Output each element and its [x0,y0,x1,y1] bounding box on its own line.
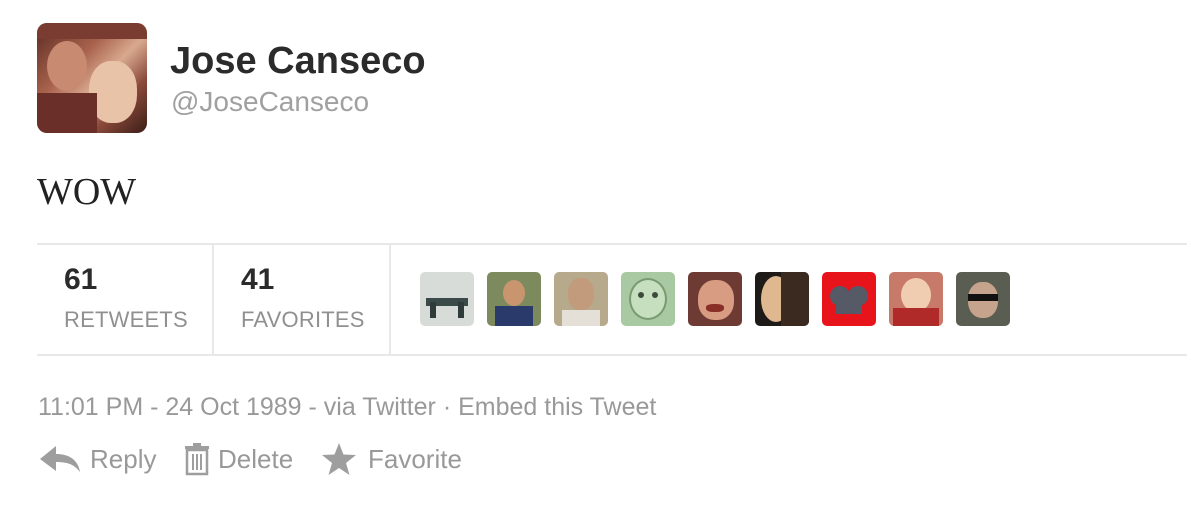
star-icon [322,443,356,475]
retweets-count: 61 [64,263,98,296]
favorites-stat[interactable]: 41 FAVORITES [214,245,391,354]
favoriter-avatar[interactable] [554,272,608,326]
favoriter-avatar[interactable] [688,272,742,326]
embed-tweet-link[interactable]: Embed this Tweet [458,393,656,421]
tweet-stats: 61 RETWEETS 41 FAVORITES [37,243,1187,356]
favoriter-avatar[interactable] [956,272,1010,326]
tweet-text: WOW [37,171,137,213]
via-source: via Twitter [323,393,436,421]
avatar[interactable] [37,23,147,133]
favoriter-avatar[interactable] [420,272,474,326]
delete-label: Delete [218,444,294,474]
user-name[interactable]: Jose Canseco [170,40,426,83]
tweet-card: Jose Canseco @JoseCanseco WOW 61 RETWEET… [0,0,1200,523]
favoriter-avatar[interactable] [755,272,809,326]
reply-label: Reply [90,444,157,474]
reply-icon [40,446,80,472]
trash-icon [185,443,209,476]
favorite-label: Favorite [368,444,462,474]
favorites-count: 41 [241,263,275,296]
favorites-label: FAVORITES [241,307,365,332]
tweet-meta: 11:01 PM - 24 Oct 1989 - via Twitter · E… [38,393,657,421]
user-handle[interactable]: @JoseCanseco [171,86,369,118]
favorite-button[interactable]: Favorite [321,440,471,480]
delete-button[interactable]: Delete [184,440,304,480]
retweets-label: RETWEETS [64,307,188,332]
reply-button[interactable]: Reply [38,440,163,480]
timestamp[interactable]: 11:01 PM - 24 Oct 1989 [38,393,302,421]
favoriter-avatar[interactable] [621,272,675,326]
favoriter-avatar[interactable] [889,272,943,326]
favoriter-avatar[interactable] [822,272,876,326]
tweet-actions: Reply Delete Favorite [38,440,638,480]
favoriter-avatar[interactable] [487,272,541,326]
retweets-stat[interactable]: 61 RETWEETS [37,245,214,354]
